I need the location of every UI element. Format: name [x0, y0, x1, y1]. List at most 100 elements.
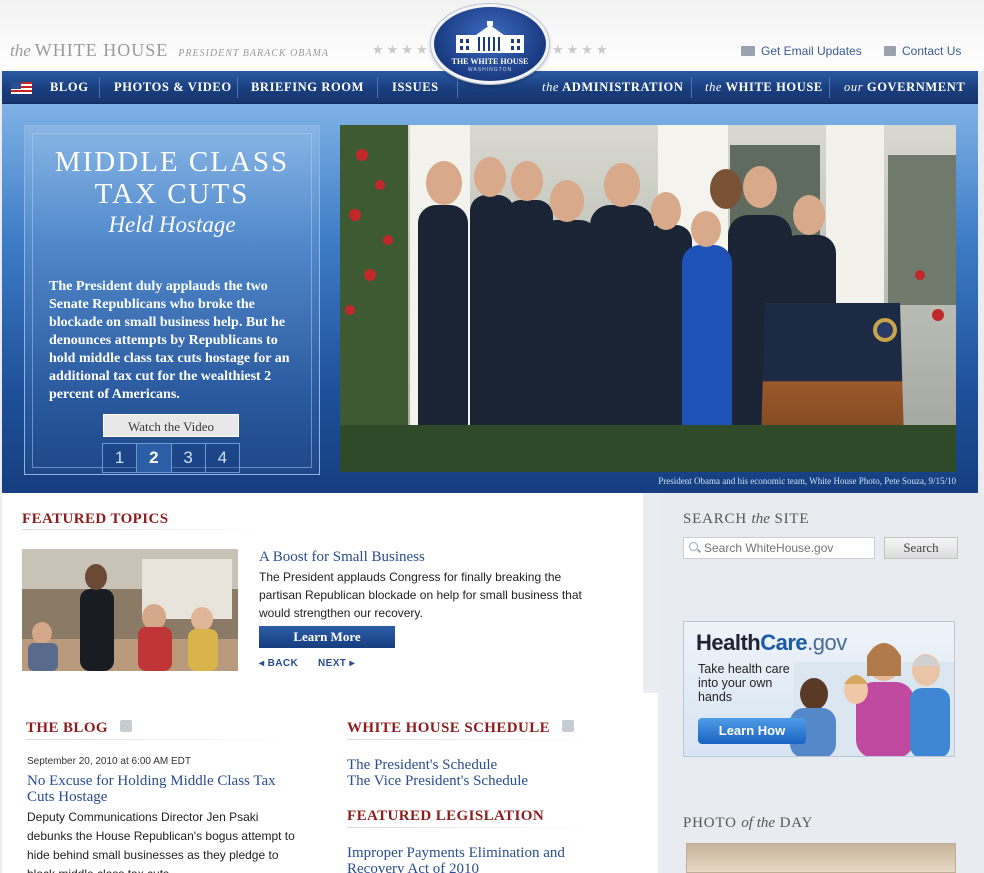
sidebar: SEARCH the SITE Search HealthCare.gov Ta… — [662, 493, 984, 873]
next-label: NEXT — [318, 658, 347, 669]
email-updates-link[interactable]: Get Email Updates — [741, 44, 862, 58]
blog-heading-label: THE BLOG — [26, 720, 108, 736]
hero-page-3[interactable]: 3 — [171, 444, 206, 472]
nav-white-house[interactable]: the WHITE HOUSE — [705, 71, 823, 104]
stars-left-icon: ★★★★ — [372, 42, 431, 57]
hero-page-2[interactable]: 2 — [137, 444, 172, 472]
search-icon — [689, 542, 698, 551]
photo-heading-of-the: of the — [741, 815, 776, 831]
nav-our-government-our: our — [844, 80, 864, 94]
featured-legislation-heading: FEATURED LEGISLATION — [347, 808, 545, 824]
contact-us-link[interactable]: Contact Us — [884, 44, 961, 58]
stars-right-icon: ★★★★ — [552, 42, 611, 57]
search-heading-site: SITE — [774, 511, 810, 527]
nav-issues[interactable]: ISSUES — [392, 71, 439, 104]
hero-photo-image — [340, 125, 956, 472]
hero-pager: 1 2 3 4 — [102, 443, 240, 473]
schedule-heading: WHITE HOUSE SCHEDULE — [347, 720, 575, 737]
speech-bubble-icon — [884, 46, 896, 56]
search-heading-search: SEARCH — [683, 511, 747, 527]
back-link[interactable]: ◂ BACK — [259, 658, 298, 669]
hero-photo[interactable] — [340, 125, 956, 472]
schedule-heading-label: WHITE HOUSE SCHEDULE — [347, 720, 551, 736]
hero-page-4[interactable]: 4 — [205, 444, 239, 472]
healthcare-logo-health: Health — [696, 630, 761, 655]
hero-title-line3: Held Hostage — [108, 212, 236, 237]
nav-administration-the: the — [542, 80, 560, 94]
blog-heading-rule — [26, 739, 296, 740]
nav-our-government-label: GOVERNMENT — [866, 80, 966, 94]
hero-feature-box: MIDDLE CLASS TAX CUTS Held Hostage The P… — [24, 125, 320, 475]
search-button[interactable]: Search — [884, 537, 958, 559]
healthcare-gov-ad[interactable]: HealthCare.gov Take health care into you… — [683, 621, 955, 757]
brand-the: the — [10, 41, 31, 60]
featured-topic-image[interactable] — [22, 549, 238, 671]
healthcare-logo-care: Care — [760, 630, 808, 655]
nav-briefing-room[interactable]: BRIEFING ROOM — [251, 71, 364, 104]
rss-icon[interactable] — [120, 720, 133, 732]
lower-content: THE BLOG September 20, 2010 at 6:00 AM E… — [2, 693, 658, 873]
nav-divider — [237, 77, 238, 98]
search-input[interactable] — [704, 538, 870, 558]
healthcare-tagline: Take health care into your own hands — [698, 662, 790, 704]
presidents-schedule-link[interactable]: The President's Schedule — [347, 757, 497, 773]
search-field[interactable] — [683, 537, 875, 559]
learn-how-button[interactable]: Learn How — [698, 718, 806, 744]
seal-subtitle: WASHINGTON — [467, 67, 513, 73]
white-house-seal[interactable]: THE WHITE HOUSE WASHINGTON — [431, 4, 549, 84]
healthcare-gov-logo: HealthCare.gov — [696, 630, 847, 656]
nav-our-government[interactable]: our GOVERNMENT — [844, 71, 965, 104]
nav-administration[interactable]: the ADMINISTRATION — [542, 71, 684, 104]
nav-administration-label: ADMINISTRATION — [562, 80, 684, 94]
blog-post-title-link[interactable]: No Excuse for Holding Middle Class Tax C… — [27, 773, 297, 805]
seal-title: THE WHITE HOUSE — [451, 57, 529, 66]
search-heading: SEARCH the SITE — [683, 511, 809, 528]
photo-heading-day: DAY — [779, 815, 814, 831]
chevron-left-icon: ◂ — [259, 658, 265, 669]
us-flag-icon — [11, 82, 32, 94]
nav-divider — [99, 77, 100, 98]
hero-title-line1: MIDDLE CLASS — [54, 146, 290, 178]
nav-divider — [377, 77, 378, 98]
next-link[interactable]: NEXT ▸ — [318, 658, 355, 669]
watch-video-button[interactable]: Watch the Video — [103, 414, 239, 437]
nav-white-house-label: WHITE HOUSE — [725, 80, 823, 94]
hero-description: The President duly applauds the two Sena… — [49, 279, 290, 402]
rss-icon[interactable] — [562, 720, 575, 732]
site-brand[interactable]: the WHITE HOUSE PRESIDENT BARACK OBAMA — [10, 40, 329, 61]
featured-topic-photo — [22, 549, 238, 671]
chevron-right-icon: ▸ — [349, 658, 355, 669]
nav-blog[interactable]: BLOG — [50, 71, 89, 104]
hero-photo-caption: President Obama and his economic team, W… — [658, 476, 956, 486]
brand-name: WHITE HOUSE — [34, 40, 169, 60]
envelope-icon — [741, 46, 755, 56]
hero-page-1[interactable]: 1 — [103, 444, 138, 472]
featured-topics-heading: FEATURED TOPICS — [22, 511, 169, 527]
blog-heading: THE BLOG — [26, 720, 133, 737]
healthcare-logo-gov: .gov — [807, 630, 847, 655]
photo-of-the-day-image[interactable] — [686, 843, 956, 873]
nav-divider — [691, 77, 692, 98]
legislation-heading-rule — [347, 827, 597, 828]
contact-us-label: Contact Us — [902, 44, 962, 58]
schedule-heading-rule — [347, 739, 597, 740]
nav-divider — [829, 77, 830, 98]
nav-photos-video[interactable]: PHOTOS & VIDEO — [114, 71, 232, 104]
back-label: BACK — [267, 658, 299, 669]
blog-post-date: September 20, 2010 at 6:00 AM EDT — [27, 756, 191, 767]
vice-presidents-schedule-link[interactable]: The Vice President's Schedule — [347, 773, 528, 789]
featured-heading-rule — [22, 529, 272, 530]
featured-topic-description: The President applauds Congress for fina… — [259, 570, 582, 620]
email-updates-label: Get Email Updates — [761, 44, 862, 58]
brand-president: PRESIDENT BARACK OBAMA — [178, 48, 329, 59]
featured-topic-title-link[interactable]: A Boost for Small Business — [259, 549, 425, 566]
featured-topics-panel: FEATURED TOPICS A Boost for Small Busine… — [2, 493, 643, 693]
photo-of-the-day-heading: PHOTO of the DAY — [683, 815, 813, 832]
nav-divider — [457, 77, 458, 98]
blog-post-excerpt: Deputy Communications Director Jen Psaki… — [27, 810, 295, 873]
legislation-link[interactable]: Improper Payments Elimination and Recove… — [347, 845, 597, 873]
learn-more-button[interactable]: Learn More — [259, 626, 395, 648]
hero-banner: MIDDLE CLASS TAX CUTS Held Hostage The P… — [2, 104, 978, 493]
nav-white-house-the: the — [705, 80, 723, 94]
white-house-building-icon — [456, 21, 524, 53]
